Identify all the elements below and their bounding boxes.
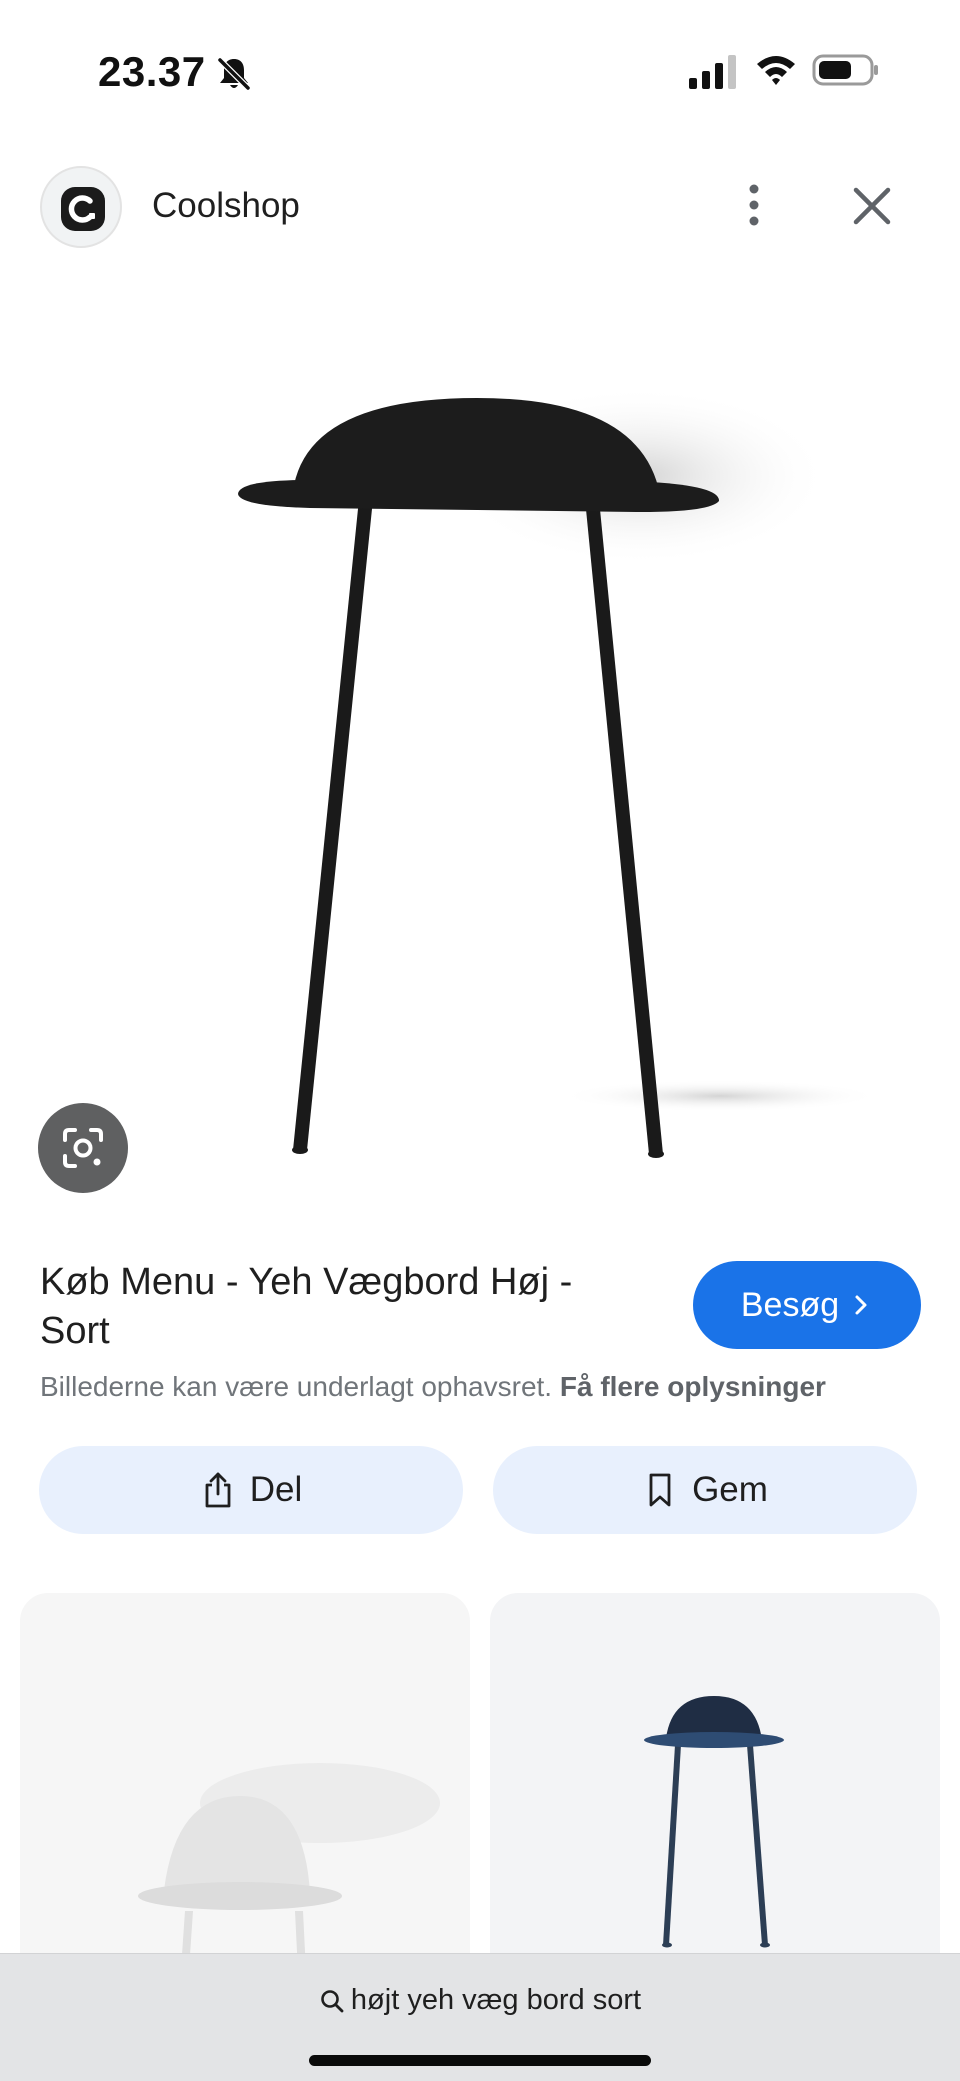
save-label: Gem	[692, 1470, 768, 1509]
related-result-card[interactable]	[20, 1593, 470, 2013]
bottom-search-bar[interactable]: højt yeh væg bord sort	[0, 1953, 960, 2081]
search-query[interactable]: højt yeh væg bord sort	[0, 1984, 960, 2017]
white-wall-table-image	[138, 1763, 440, 2013]
visit-button[interactable]: Besøg	[693, 1261, 921, 1349]
bell-slash-icon	[214, 54, 254, 94]
bookmark-icon	[649, 1473, 671, 1507]
home-indicator[interactable]	[309, 2055, 651, 2066]
more-options-button[interactable]	[730, 180, 778, 230]
search-query-text: højt yeh væg bord sort	[350, 1984, 642, 2016]
copyright-notice: Billederne kan være underlagt ophavsret.…	[40, 1371, 826, 1403]
google-lens-icon	[63, 1128, 103, 1168]
share-label: Del	[249, 1470, 303, 1509]
close-icon	[853, 187, 891, 225]
black-wall-table-image	[238, 386, 880, 1158]
more-info-link[interactable]: Få flere oplysninger	[560, 1371, 826, 1402]
coolshop-logo-icon[interactable]	[40, 166, 122, 248]
share-icon	[205, 1472, 231, 1508]
battery-icon	[812, 52, 880, 88]
product-image[interactable]	[0, 276, 960, 1234]
status-time: 23.37	[98, 48, 206, 95]
source-header: Coolshop	[0, 160, 960, 250]
google-lens-button[interactable]	[38, 1103, 128, 1193]
copyright-text: Billederne kan være underlagt ophavsret.	[40, 1371, 553, 1402]
save-button[interactable]: Gem	[493, 1446, 917, 1534]
visit-label: Besøg	[740, 1285, 840, 1324]
product-title[interactable]: Køb Menu - Yeh Vægbord Høj - Sort	[40, 1258, 640, 1356]
close-button[interactable]	[848, 182, 896, 230]
more-vertical-icon	[749, 184, 759, 226]
status-bar: 23.37	[0, 0, 960, 130]
chevron-right-icon	[855, 1295, 867, 1315]
navy-wall-table-image	[644, 1696, 784, 1948]
site-name[interactable]: Coolshop	[152, 186, 300, 226]
wifi-icon	[754, 52, 798, 88]
related-result-card[interactable]	[490, 1593, 940, 2013]
search-icon	[321, 1989, 344, 2012]
cellular-signal-icon	[688, 54, 738, 90]
share-button[interactable]: Del	[39, 1446, 463, 1534]
